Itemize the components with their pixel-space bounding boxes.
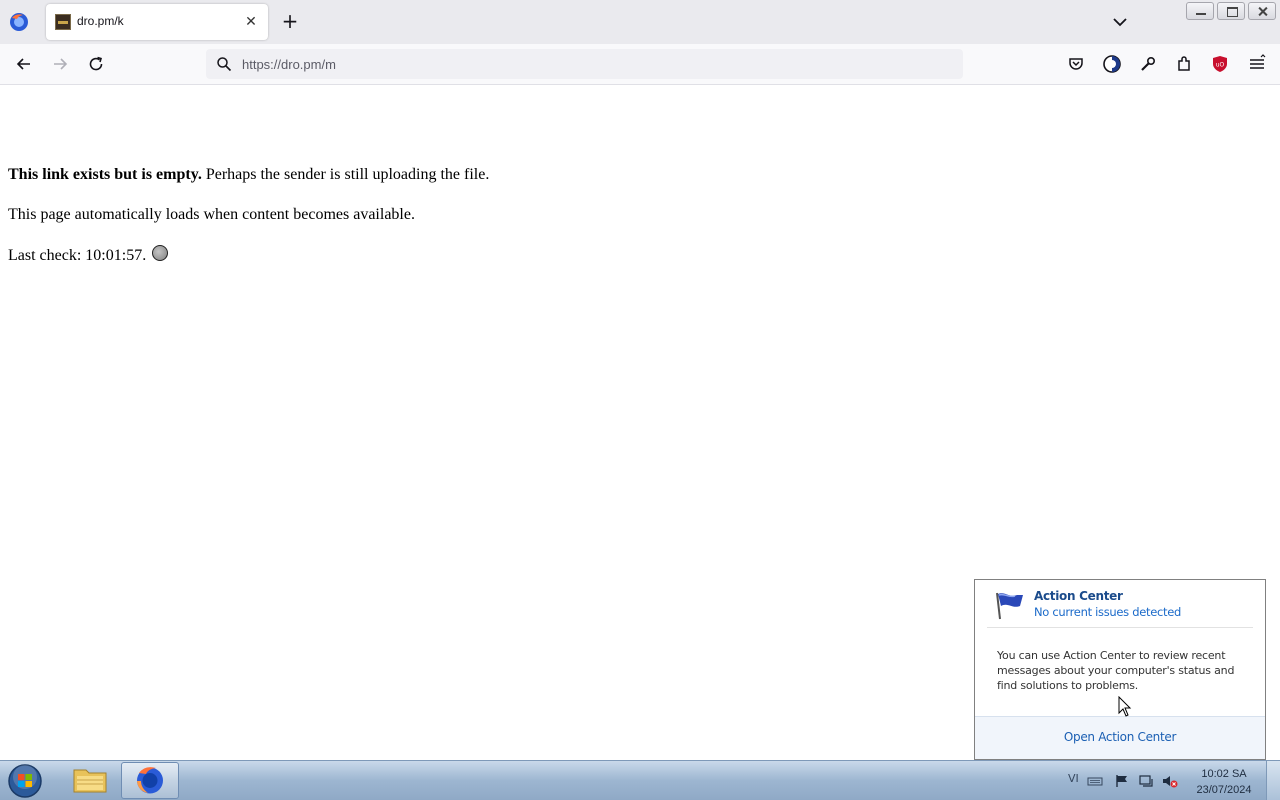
loading-spinner-icon	[152, 245, 169, 261]
mouse-cursor-icon	[1118, 696, 1132, 717]
restore-button[interactable]	[1217, 2, 1245, 20]
url-input[interactable]	[242, 57, 842, 72]
tab-close-icon[interactable]: ✕	[242, 13, 260, 31]
close-window-button[interactable]	[1248, 2, 1276, 20]
ublock-origin-icon[interactable]: uO	[1210, 54, 1230, 74]
search-icon	[217, 57, 232, 72]
minimize-button[interactable]	[1186, 2, 1214, 20]
site-favicon-icon	[55, 14, 71, 30]
network-icon[interactable]	[1138, 774, 1154, 788]
tab-active[interactable]: dro.pm/k ✕	[46, 4, 268, 40]
folder-icon	[73, 769, 107, 793]
action-center-popup: Action Center No current issues detected…	[974, 579, 1266, 760]
divider	[987, 627, 1253, 628]
pocket-icon[interactable]	[1066, 54, 1086, 74]
back-arrow-icon[interactable]	[14, 54, 34, 74]
navigation-toolbar: uO	[0, 44, 1280, 85]
new-tab-button[interactable]: +	[279, 11, 301, 33]
wrench-icon[interactable]	[1138, 54, 1158, 74]
firefox-icon	[137, 767, 163, 794]
url-bar[interactable]	[206, 49, 963, 79]
action-center-flag-icon	[996, 592, 1023, 620]
taskbar-clock[interactable]: 10:02 SA 23/07/2024	[1188, 766, 1260, 798]
clock-time: 10:02 SA	[1201, 768, 1247, 780]
keyboard-icon[interactable]	[1087, 774, 1103, 788]
firefox-view-icon[interactable]	[9, 12, 29, 32]
taskbar: VI 10:02 SA 23/07/2024	[0, 760, 1280, 800]
clock-date: 23/07/2024	[1196, 784, 1252, 796]
reload-icon[interactable]	[86, 54, 106, 74]
tab-title: dro.pm/k	[77, 14, 124, 28]
action-center-description: You can use Action Center to review rece…	[997, 649, 1235, 692]
start-button-windows-icon[interactable]	[6, 763, 44, 799]
action-center-flag-tray-icon[interactable]	[1114, 774, 1130, 788]
language-indicator[interactable]: VI	[1068, 772, 1079, 785]
auto-load-notice: This page automatically loads when conte…	[8, 206, 415, 223]
extensions-puzzle-icon[interactable]	[1174, 54, 1194, 74]
tab-strip: dro.pm/k ✕ +	[0, 0, 1280, 44]
svg-text:uO: uO	[1216, 62, 1225, 69]
taskbar-file-explorer[interactable]	[62, 762, 120, 799]
empty-link-message: This link exists but is empty. Perhaps t…	[8, 165, 489, 185]
empty-link-detail: Perhaps the sender is still uploading th…	[201, 166, 490, 183]
speaker-muted-icon[interactable]	[1162, 774, 1178, 788]
open-action-center-link[interactable]: Open Action Center	[975, 730, 1265, 744]
last-check-text: Last check: 10:01:57.	[8, 247, 147, 264]
last-check-line: Last check: 10:01:57.	[8, 245, 489, 266]
window-controls	[1186, 2, 1276, 20]
dark-reader-icon[interactable]	[1102, 54, 1122, 74]
empty-link-heading: This link exists but is empty.	[8, 166, 202, 183]
menu-hamburger-icon[interactable]	[1247, 54, 1267, 74]
show-desktop-button[interactable]	[1266, 761, 1280, 800]
action-center-title: Action Center	[1034, 589, 1123, 603]
page-content: This link exists but is empty. Perhaps t…	[8, 165, 489, 286]
taskbar-firefox[interactable]	[121, 762, 179, 799]
action-center-status: No current issues detected	[1034, 605, 1181, 619]
tab-list-chevron-down-icon[interactable]	[1110, 12, 1130, 32]
action-center-footer: Open Action Center	[975, 716, 1265, 759]
forward-arrow-icon[interactable]	[50, 54, 70, 74]
